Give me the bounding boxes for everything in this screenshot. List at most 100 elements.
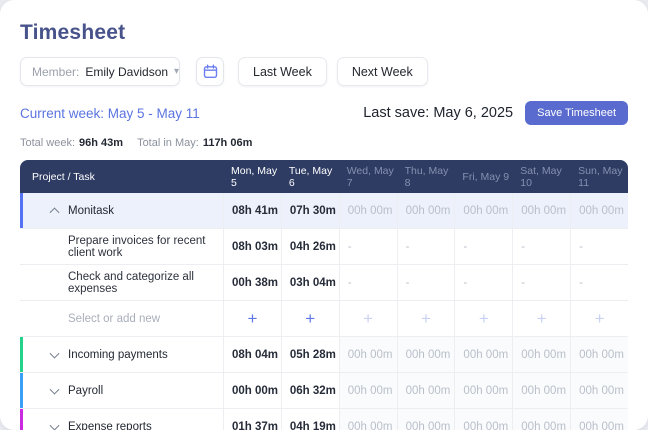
time-cell[interactable]: 00h 00m <box>338 337 397 372</box>
time-cell[interactable]: 00h 00m <box>338 193 397 228</box>
time-cell[interactable]: 04h 19m <box>280 409 339 430</box>
add-time-button[interactable]: + <box>396 301 455 336</box>
time-cell[interactable]: - <box>570 229 628 264</box>
time-cell[interactable]: 05h 28m <box>280 337 339 372</box>
time-cell[interactable]: 08h 41m <box>223 193 281 228</box>
total-month-value: 117h 06m <box>202 137 253 149</box>
last-week-button[interactable]: Last Week <box>238 57 327 86</box>
toolbar: Member: Emily Davidson ▾ Last Week Next … <box>20 57 628 86</box>
time-cell[interactable]: 00h 00m <box>570 337 628 372</box>
totals-bar: Total week: 96h 43m Total in May: 117h 0… <box>20 137 628 149</box>
add-task-placeholder[interactable]: Select or add new <box>20 301 223 336</box>
project-row: Payroll 00h 00m 06h 32m 00h 00m 00h 00m 00h 0… <box>20 373 628 409</box>
time-cell[interactable]: 00h 00m <box>338 409 397 430</box>
time-cell[interactable]: 06h 32m <box>280 373 339 408</box>
add-task-row: Select or add new + + + + + + + <box>20 301 628 337</box>
column-header-day: Sun, May 11 <box>578 164 623 189</box>
add-time-button[interactable]: + <box>570 301 628 336</box>
total-week-label: Total week: <box>20 137 76 149</box>
next-week-button[interactable]: Next Week <box>336 57 428 86</box>
chevron-up-icon[interactable] <box>49 206 60 217</box>
time-cell[interactable]: - <box>454 229 512 264</box>
member-select-value: Emily Davidson <box>85 64 169 79</box>
current-week-label: Current week: May 5 - May 11 <box>20 105 200 121</box>
calendar-button[interactable] <box>196 57 224 86</box>
page-title: Timesheet <box>20 21 126 44</box>
task-name: Prepare invoices for recent client work <box>68 234 206 259</box>
add-time-button[interactable]: + <box>338 301 397 336</box>
total-month: Total in May: 117h 06m <box>137 137 252 149</box>
time-cell[interactable]: - <box>454 265 512 300</box>
time-cell[interactable]: 00h 00m <box>570 373 628 408</box>
time-cell[interactable]: 07h 30m <box>280 193 339 228</box>
member-select[interactable]: Member: Emily Davidson ▾ <box>20 57 180 86</box>
time-cell[interactable]: 00h 00m <box>570 193 628 228</box>
timesheet-table: Project / Task Mon, May 5 Tue, May 6 Wed, M… <box>20 160 628 430</box>
add-time-button[interactable]: + <box>223 301 281 336</box>
add-time-button[interactable]: + <box>512 301 570 336</box>
time-cell[interactable]: - <box>338 229 397 264</box>
time-cell[interactable]: - <box>512 229 570 264</box>
last-save-label: Last save: May 6, 2025 <box>363 105 514 121</box>
time-cell[interactable]: - <box>338 265 397 300</box>
column-header-day: Wed, May 7 <box>346 164 394 189</box>
chevron-down-icon[interactable] <box>49 420 60 430</box>
project-row: Monitask 08h 41m 07h 30m 00h 00m 00h 00m 00h … <box>20 193 628 229</box>
project-row: Incoming payments 08h 04m 05h 28m 00h 00m 00… <box>20 337 628 373</box>
time-cell[interactable]: - <box>512 265 570 300</box>
calendar-icon <box>203 64 218 79</box>
time-cell[interactable]: 00h 00m <box>512 409 571 430</box>
time-cell[interactable]: 00h 00m <box>223 373 281 408</box>
time-cell[interactable]: 00h 00m <box>396 337 455 372</box>
time-cell[interactable]: 00h 00m <box>512 337 571 372</box>
time-cell[interactable]: 01h 37m <box>223 409 281 430</box>
member-select-label: Member: <box>32 64 80 79</box>
time-cell[interactable]: 00h 00m <box>454 373 513 408</box>
time-cell[interactable]: 00h 00m <box>396 373 455 408</box>
total-week: Total week: 96h 43m <box>20 137 123 149</box>
chevron-down-icon[interactable] <box>49 384 60 395</box>
time-cell[interactable]: 00h 00m <box>570 409 628 430</box>
chevron-down-icon: ▾ <box>174 66 180 77</box>
save-timesheet-button[interactable]: Save Timesheet <box>525 101 628 125</box>
time-cell[interactable]: 00h 00m <box>338 373 397 408</box>
time-cell[interactable]: - <box>396 229 455 264</box>
time-cell[interactable]: 00h 00m <box>396 193 455 228</box>
time-cell[interactable]: 00h 00m <box>454 337 513 372</box>
project-name: Expense reports <box>20 409 223 430</box>
column-header-project-task: Project / Task <box>32 170 95 183</box>
time-cell[interactable]: 08h 03m <box>223 229 281 264</box>
time-cell[interactable]: 04h 26m <box>280 229 339 264</box>
time-cell[interactable]: - <box>570 265 628 300</box>
time-cell[interactable]: - <box>396 265 455 300</box>
time-cell[interactable]: 03h 04m <box>280 265 339 300</box>
task-row: Check and categorize all expenses 00h 38m… <box>20 265 628 301</box>
add-time-button[interactable]: + <box>454 301 512 336</box>
task-row: Prepare invoices for recent client work 0… <box>20 229 628 265</box>
table-header-row: Project / Task Mon, May 5 Tue, May 6 Wed, M… <box>20 160 628 193</box>
time-cell[interactable]: 00h 00m <box>512 373 571 408</box>
task-name: Check and categorize all expenses <box>68 270 194 295</box>
add-time-button[interactable]: + <box>280 301 339 336</box>
time-cell[interactable]: 00h 00m <box>454 409 513 430</box>
project-name: Monitask <box>20 193 223 228</box>
week-bar: Current week: May 5 - May 11 Last save: … <box>20 101 628 125</box>
total-week-value: 96h 43m <box>79 137 124 149</box>
column-header-day: Thu, May 8 <box>404 164 449 189</box>
time-cell[interactable]: 00h 00m <box>396 409 455 430</box>
chevron-down-icon[interactable] <box>49 348 60 359</box>
time-cell[interactable]: 08h 04m <box>223 337 281 372</box>
time-cell[interactable]: 00h 38m <box>223 265 281 300</box>
project-name: Incoming payments <box>20 337 223 372</box>
project-row: Expense reports 01h 37m 04h 19m 00h 00m 00h … <box>20 409 628 430</box>
project-name: Payroll <box>20 373 223 408</box>
column-header-day: Fri, May 9 <box>462 170 510 183</box>
column-header-day: Tue, May 6 <box>288 164 333 189</box>
timesheet-card: Timesheet Member: Emily Davidson ▾ Last … <box>0 0 648 430</box>
table-body: Monitask 08h 41m 07h 30m 00h 00m 00h 00m 00h … <box>20 193 628 430</box>
total-month-label: Total in May: <box>137 137 199 149</box>
time-cell[interactable]: 00h 00m <box>454 193 512 228</box>
column-header-day: Sat, May 10 <box>520 164 562 189</box>
column-header-day: Mon, May 5 <box>231 164 278 189</box>
time-cell[interactable]: 00h 00m <box>512 193 570 228</box>
